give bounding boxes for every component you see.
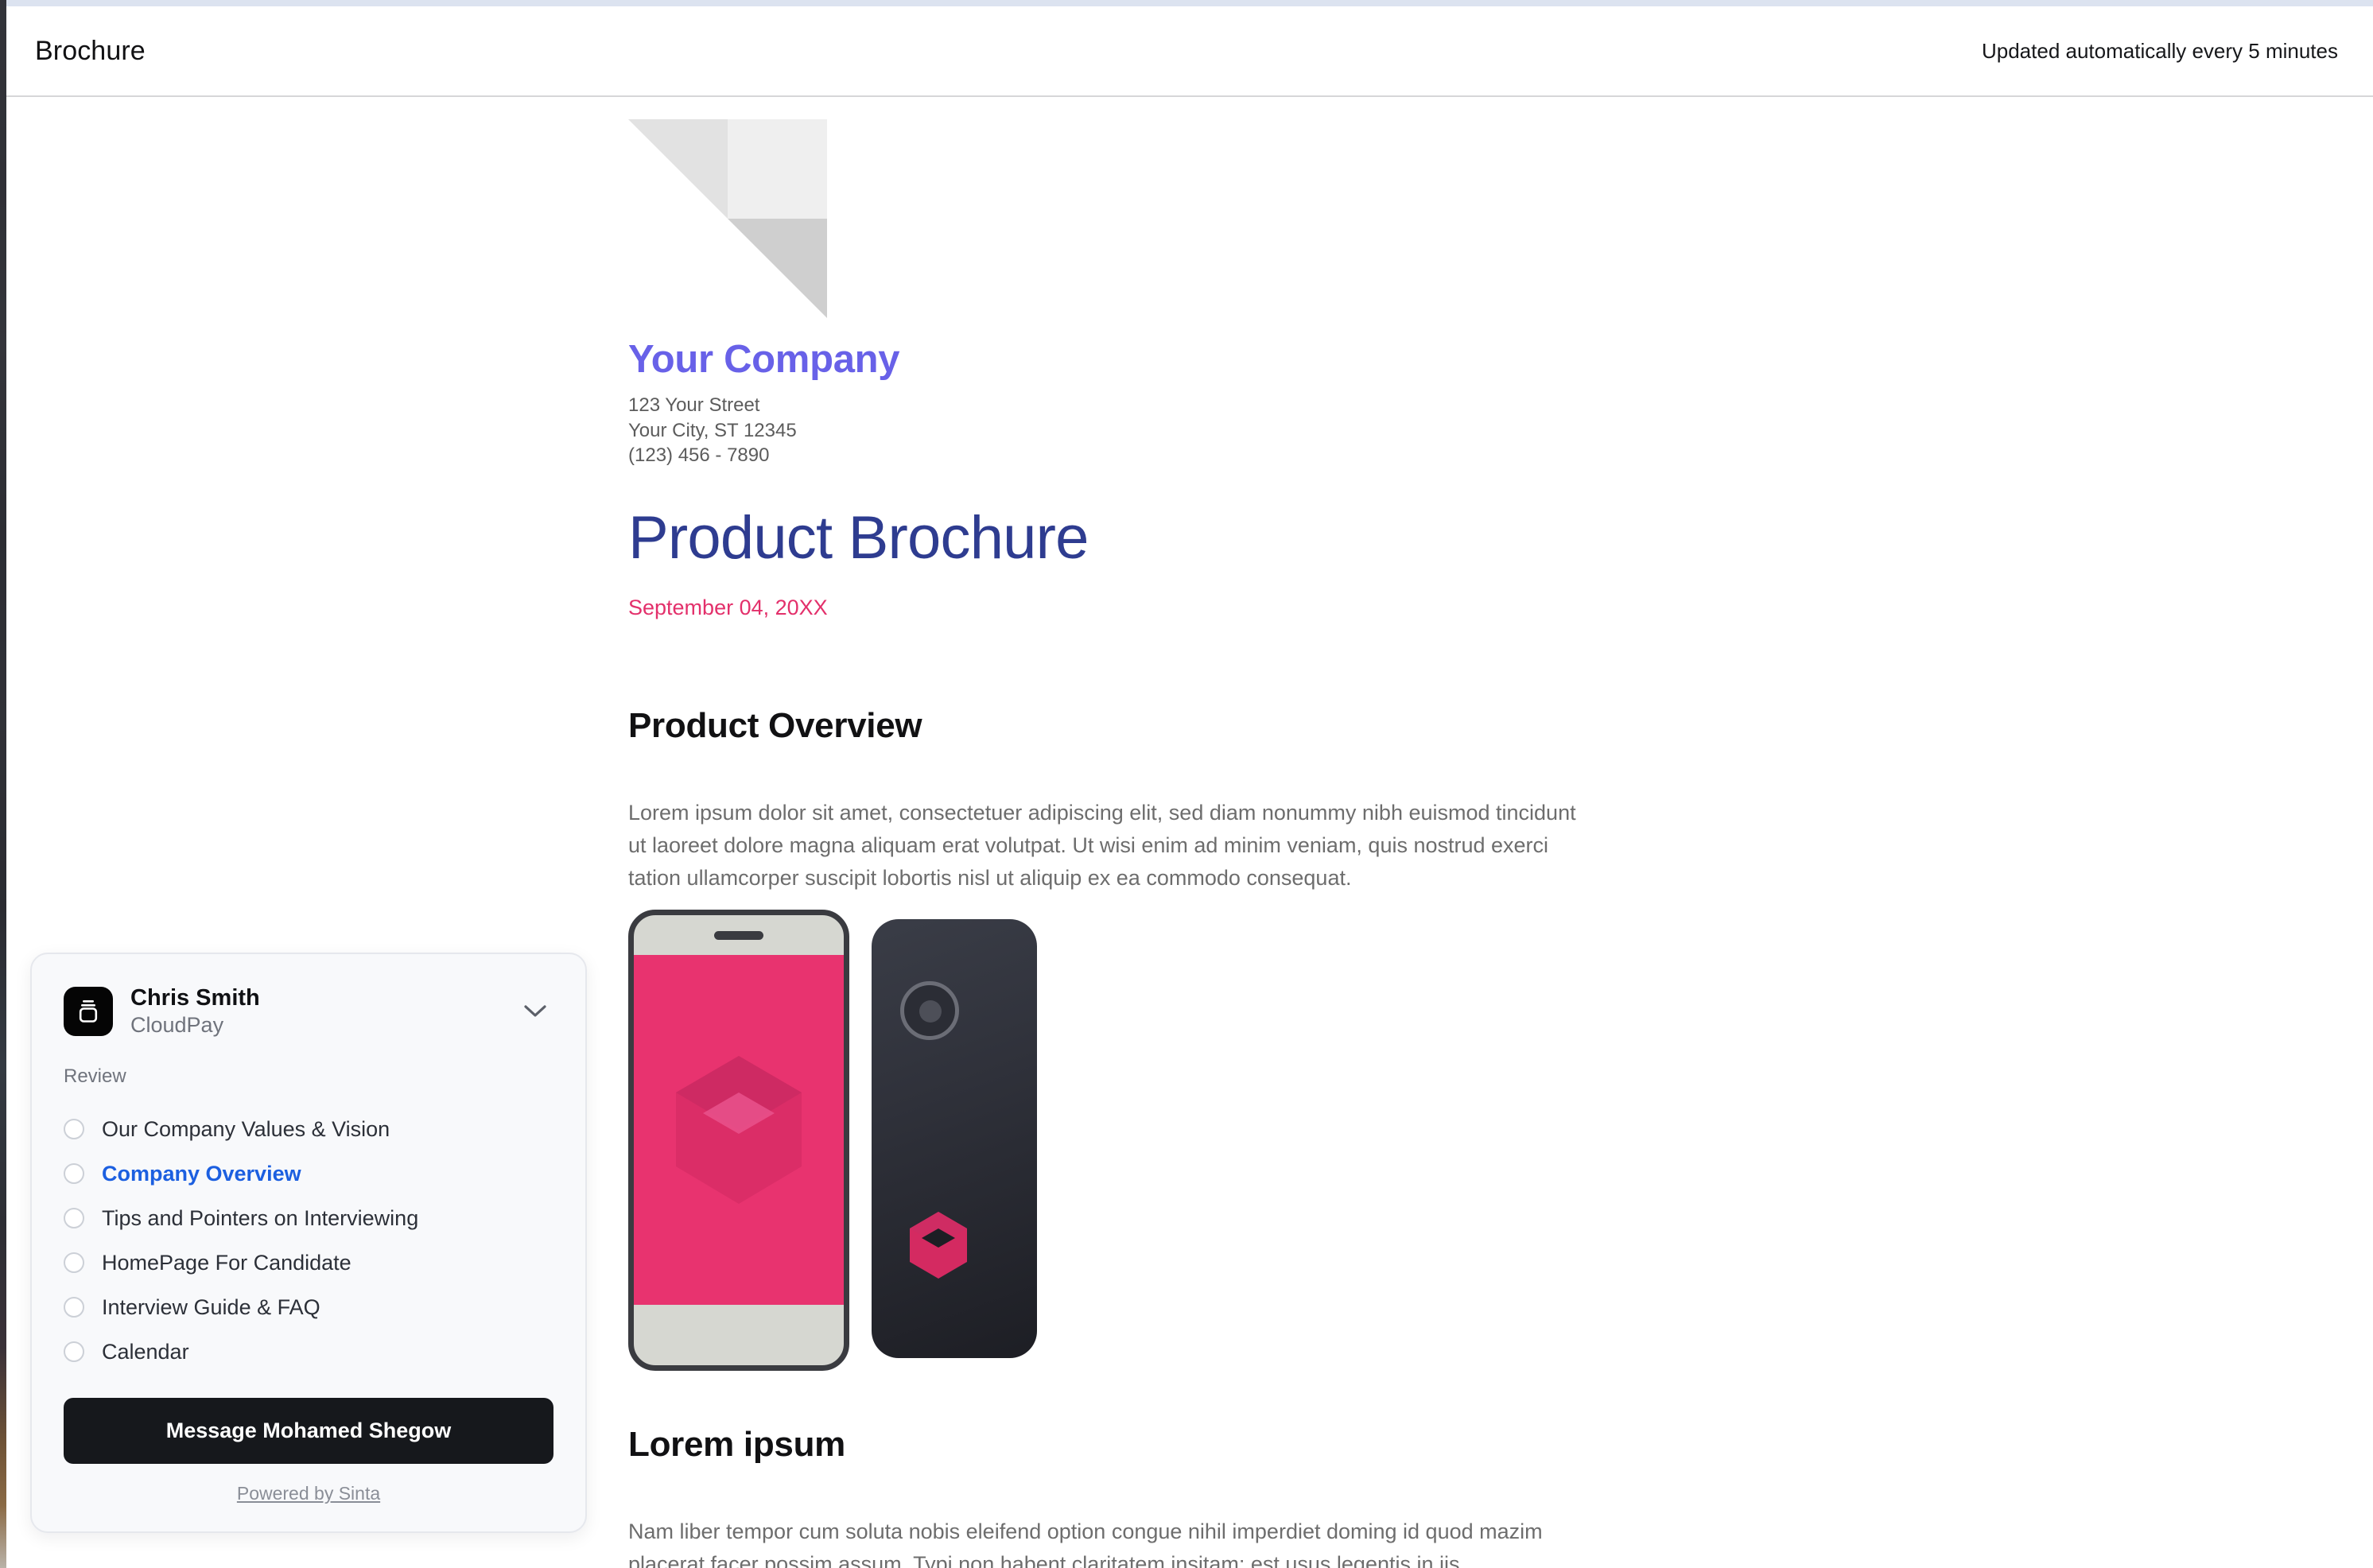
smartphone-product-illustration	[628, 909, 1037, 1371]
company-logo-icon	[628, 119, 827, 318]
desktop-background-sliver	[0, 0, 6, 1568]
list-item[interactable]: Tips and Pointers on Interviewing	[64, 1196, 553, 1240]
document-title: Product Brochure	[628, 504, 1089, 572]
radio-icon[interactable]	[64, 1119, 84, 1140]
message-contact-button[interactable]: Message Mohamed Shegow	[64, 1398, 553, 1465]
list-item[interactable]: Company Overview	[64, 1151, 553, 1196]
widget-identity: Chris Smith CloudPay	[130, 984, 517, 1038]
contact-organization: CloudPay	[130, 1013, 224, 1038]
radio-icon[interactable]	[64, 1341, 84, 1363]
phone-camera-lens	[919, 999, 942, 1023]
radio-icon[interactable]	[64, 1252, 84, 1274]
chevron-down-icon	[524, 1005, 546, 1017]
candidate-assistant-widget: Chris Smith CloudPay Review Our Company …	[30, 953, 587, 1534]
phone-camera-icon	[900, 980, 959, 1040]
address-line-1: 123 Your Street	[628, 394, 760, 416]
document-date: September 04, 20XX	[628, 595, 828, 619]
radio-icon[interactable]	[64, 1208, 84, 1229]
phone-front-body	[628, 909, 849, 1371]
auto-update-status: Updated automatically every 5 minutes	[1981, 38, 2338, 63]
company-name: Your Company	[628, 338, 900, 381]
list-item-label: Interview Guide & FAQ	[102, 1294, 320, 1319]
jar-icon	[79, 1000, 98, 1023]
phone-speaker-grill	[714, 930, 763, 940]
address-line-3: (123) 456 - 7890	[628, 444, 770, 467]
page-header: Brochure Updated automatically every 5 m…	[6, 6, 2373, 97]
radio-icon[interactable]	[64, 1163, 84, 1185]
phone-back-body	[872, 918, 1037, 1358]
list-item-label: Calendar	[102, 1339, 189, 1364]
logo-shape-bottom-right-triangle	[728, 219, 827, 318]
widget-header[interactable]: Chris Smith CloudPay	[64, 984, 553, 1038]
brochure-document: Your Company 123 Your Street Your City, …	[628, 119, 1630, 1568]
product-diamond-logo-icon	[910, 1211, 967, 1279]
browser-chrome-strip	[6, 0, 2373, 6]
logo-shape-top-left-triangle	[628, 119, 728, 219]
task-section-label: Review	[64, 1065, 126, 1088]
section-body-product-overview: Lorem ipsum dolor sit amet, consectetuer…	[628, 800, 1576, 891]
address-line-2: Your City, ST 12345	[628, 419, 797, 441]
section-heading-product-overview: Product Overview	[628, 705, 922, 745]
list-item-label: Company Overview	[102, 1161, 301, 1186]
avatar	[64, 987, 113, 1037]
list-item-label: Our Company Values & Vision	[102, 1116, 390, 1141]
product-cube-logo-icon	[676, 1055, 802, 1204]
powered-by-link[interactable]: Powered by Sinta	[64, 1483, 553, 1504]
list-item-label: HomePage For Candidate	[102, 1250, 351, 1275]
logo-shape-top-right-square	[728, 119, 827, 219]
section-heading-lorem-ipsum: Lorem ipsum	[628, 1424, 845, 1464]
radio-icon[interactable]	[64, 1297, 84, 1318]
list-item[interactable]: HomePage For Candidate	[64, 1240, 553, 1285]
page-title: Brochure	[35, 35, 146, 66]
list-item-label: Tips and Pointers on Interviewing	[102, 1205, 419, 1230]
section-body-lorem-ipsum: Nam liber tempor cum soluta nobis eleife…	[628, 1519, 1543, 1568]
collapse-widget-button[interactable]	[517, 993, 553, 1030]
company-address: 123 Your Street Your City, ST 12345 (123…	[628, 393, 1630, 468]
phone-screen	[634, 954, 844, 1305]
review-task-list: Our Company Values & Vision Company Over…	[64, 1107, 553, 1374]
list-item[interactable]: Our Company Values & Vision	[64, 1107, 553, 1151]
list-item[interactable]: Interview Guide & FAQ	[64, 1285, 553, 1329]
contact-name: Chris Smith	[130, 985, 260, 1011]
list-item[interactable]: Calendar	[64, 1329, 553, 1374]
